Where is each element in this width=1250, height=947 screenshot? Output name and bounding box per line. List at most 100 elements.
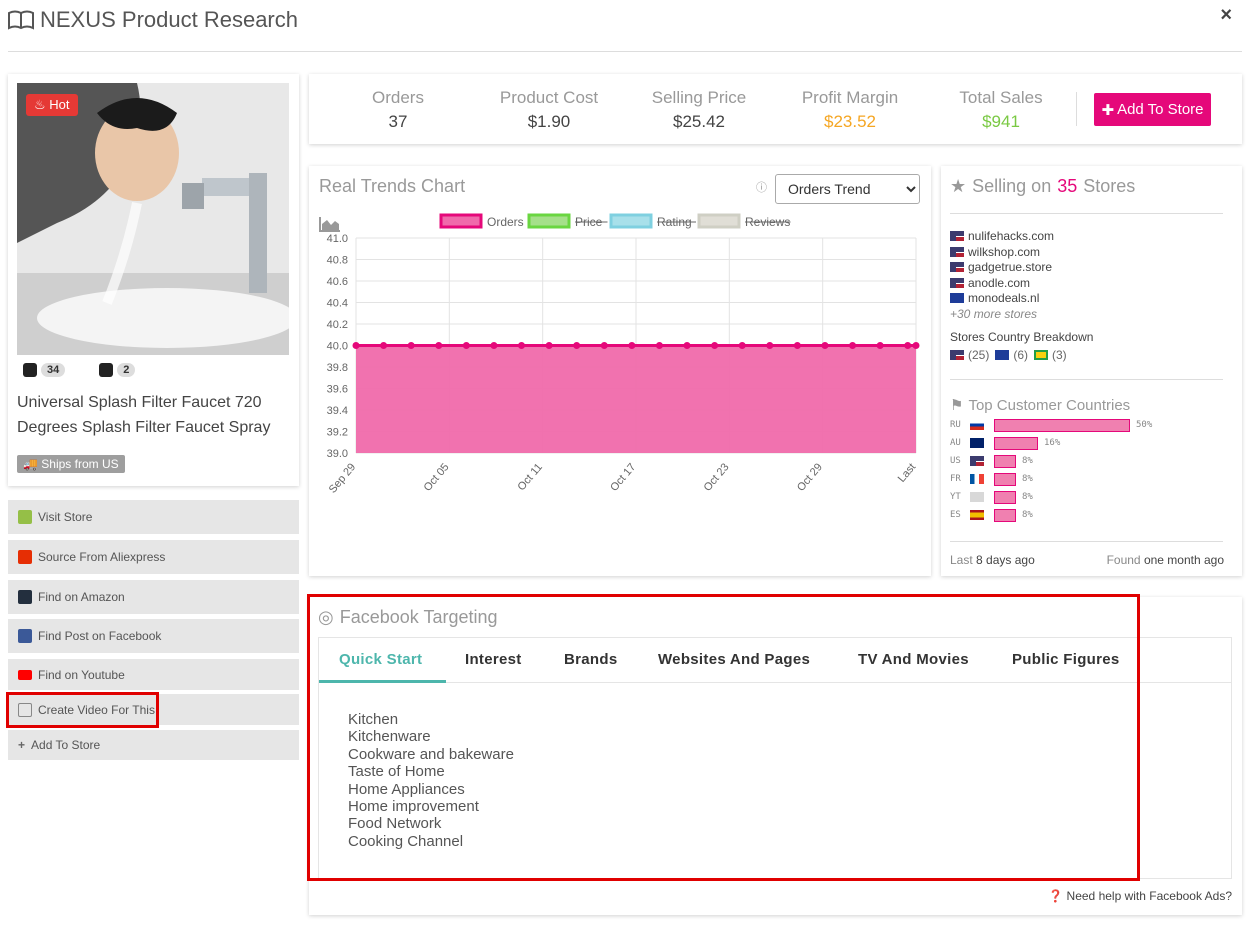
fb-help-link[interactable]: ❓ Need help with Facebook Ads? xyxy=(1048,889,1232,903)
margin-value: $23.52 xyxy=(824,112,876,131)
more-stores-link[interactable]: +30 more stores xyxy=(950,307,1054,323)
orders-point xyxy=(545,342,553,349)
x-tick-label: Oct 29 xyxy=(795,461,825,494)
legend-swatch xyxy=(527,213,571,229)
interest-list: Kitchen Kitchenware Cookware and bakeware T… xyxy=(348,711,514,850)
create-video-button[interactable]: Create Video For This xyxy=(8,694,299,725)
orders-point xyxy=(435,342,443,349)
fr-flag-icon xyxy=(970,474,984,484)
price-label: Selling Price xyxy=(651,88,747,107)
country-percent: 16% xyxy=(1044,438,1061,448)
product-photo-illustration xyxy=(17,83,289,355)
orders-point xyxy=(407,342,415,349)
product-card: ♨ Hot 34 2 Universal Splash Filter Fauce… xyxy=(8,74,299,486)
store-item[interactable]: anodle.com xyxy=(950,276,1054,292)
store-name: gadgetrue.store xyxy=(968,260,1053,275)
y-tick-label: 40.8 xyxy=(327,255,348,267)
country-bar xyxy=(994,472,1016,486)
orders-point xyxy=(518,342,526,349)
stores-count: 35 xyxy=(1057,176,1078,196)
orders-point xyxy=(600,342,608,349)
country-bar xyxy=(994,436,1038,450)
fb-title-text: Facebook Targeting xyxy=(339,607,498,627)
shopify-count-badge: 34 xyxy=(23,363,66,377)
country-bar xyxy=(994,418,1130,432)
tab-public-figures[interactable]: Public Figures xyxy=(1012,651,1120,668)
store-item[interactable]: gadgetrue.store xyxy=(950,260,1054,276)
facebook-targeting-card: ◎ Facebook Targeting Quick Start Interes… xyxy=(309,597,1242,915)
fb-tabs: Quick Start Interest Brands Websites And… xyxy=(318,637,1232,683)
tab-quick-start[interactable]: Quick Start xyxy=(339,651,422,668)
trends-chart-svg: Orders Price Rating Reviews41.040.840.640.4… xyxy=(327,213,920,496)
find-facebook-post-button[interactable]: Find Post on Facebook xyxy=(8,619,299,653)
aliexpress-bag-icon xyxy=(99,363,114,377)
stat-product-cost: Product Cost $1.90 xyxy=(474,88,624,132)
last-value: 8 days ago xyxy=(976,553,1035,567)
x-tick-label: Sep 29 xyxy=(327,461,359,495)
orders-point xyxy=(711,342,719,349)
tab-websites-and-pages[interactable]: Websites And Pages xyxy=(658,651,810,668)
country-row: ES 8% xyxy=(950,508,1033,522)
interest-item: Cookware and bakeware xyxy=(348,745,514,763)
side-add-to-store-button[interactable]: + Add To Store xyxy=(8,730,299,760)
tab-tv-and-movies[interactable]: TV And Movies xyxy=(858,651,969,668)
plus-icon: ✚ xyxy=(1101,101,1115,119)
stores-card: ★ Selling on 35 Stores nulifehacks.com w… xyxy=(941,166,1242,576)
find-youtube-button[interactable]: Find on Youtube xyxy=(8,659,299,690)
interest-item: Kitchenware xyxy=(348,728,431,746)
visit-store-button[interactable]: Visit Store xyxy=(8,500,299,534)
product-image[interactable]: ♨ Hot xyxy=(17,83,289,355)
interest-item: Kitchen xyxy=(348,711,399,728)
ru-flag-icon xyxy=(970,420,984,430)
find-amazon-button[interactable]: Find on Amazon xyxy=(8,580,299,614)
interest-item: Cooking Channel xyxy=(348,832,464,850)
us-flag-icon xyxy=(970,456,984,466)
store-item[interactable]: nulifehacks.com xyxy=(950,229,1054,245)
fire-icon: ♨ xyxy=(34,97,50,112)
us-flag-icon xyxy=(950,262,964,273)
top-countries-text: Top Customer Countries xyxy=(968,396,1131,414)
trend-select[interactable]: Orders Trend xyxy=(775,174,920,204)
source-aliexpress-label: Source From Aliexpress xyxy=(38,550,166,564)
store-item[interactable]: monodeals.nl xyxy=(950,291,1054,307)
breakdown-count: (6) xyxy=(1013,348,1029,362)
price-value: $25.42 xyxy=(673,112,725,131)
title-text: NEXUS Product Research xyxy=(40,7,298,32)
found-label: Found xyxy=(1106,553,1141,567)
chart-title: Real Trends Chart xyxy=(319,176,465,232)
yt-flag-icon xyxy=(970,492,984,502)
country-code: YT xyxy=(950,492,961,502)
info-icon[interactable]: ⓘ xyxy=(756,179,767,195)
stores-title: ★ Selling on 35 Stores xyxy=(950,176,1135,197)
store-name: anodle.com xyxy=(968,275,1031,290)
stores-divider-top xyxy=(950,213,1223,214)
window-title: NEXUS Product Research xyxy=(8,7,298,33)
trends-chart-card: Real Trends Chart ⓘ Orders Trend Orders P… xyxy=(309,166,931,576)
tab-interest[interactable]: Interest xyxy=(465,651,522,668)
orders-point xyxy=(380,342,388,349)
orders-point xyxy=(766,342,774,349)
orders-point xyxy=(738,342,746,349)
tab-brands[interactable]: Brands xyxy=(564,651,617,668)
store-item[interactable]: wilkshop.com xyxy=(950,245,1054,261)
legend-swatch xyxy=(609,213,653,229)
stat-profit-margin: Profit Margin $23.52 xyxy=(775,88,925,132)
store-name: monodeals.nl xyxy=(968,291,1040,306)
stat-orders: Orders 37 xyxy=(323,88,473,132)
y-tick-label: 40.2 xyxy=(327,319,348,331)
close-icon[interactable]: × xyxy=(1220,4,1232,27)
source-aliexpress-button[interactable]: Source From Aliexpress xyxy=(8,540,299,574)
sales-label: Total Sales xyxy=(959,88,1043,107)
y-tick-label: 39.4 xyxy=(327,405,348,417)
orders-label: Orders xyxy=(372,88,424,107)
x-tick-label: Oct 11 xyxy=(515,461,545,493)
orders-point xyxy=(655,342,663,349)
create-video-label: Create Video For This xyxy=(38,702,155,717)
interest-item: Home Appliances xyxy=(348,780,465,798)
add-to-store-button[interactable]: ✚ Add To Store xyxy=(1094,93,1211,126)
amazon-icon xyxy=(18,590,32,604)
y-tick-label: 40.0 xyxy=(327,341,348,353)
country-row: AU 16% xyxy=(950,436,1060,450)
find-amazon-label: Find on Amazon xyxy=(38,590,125,604)
country-bar xyxy=(994,490,1016,504)
